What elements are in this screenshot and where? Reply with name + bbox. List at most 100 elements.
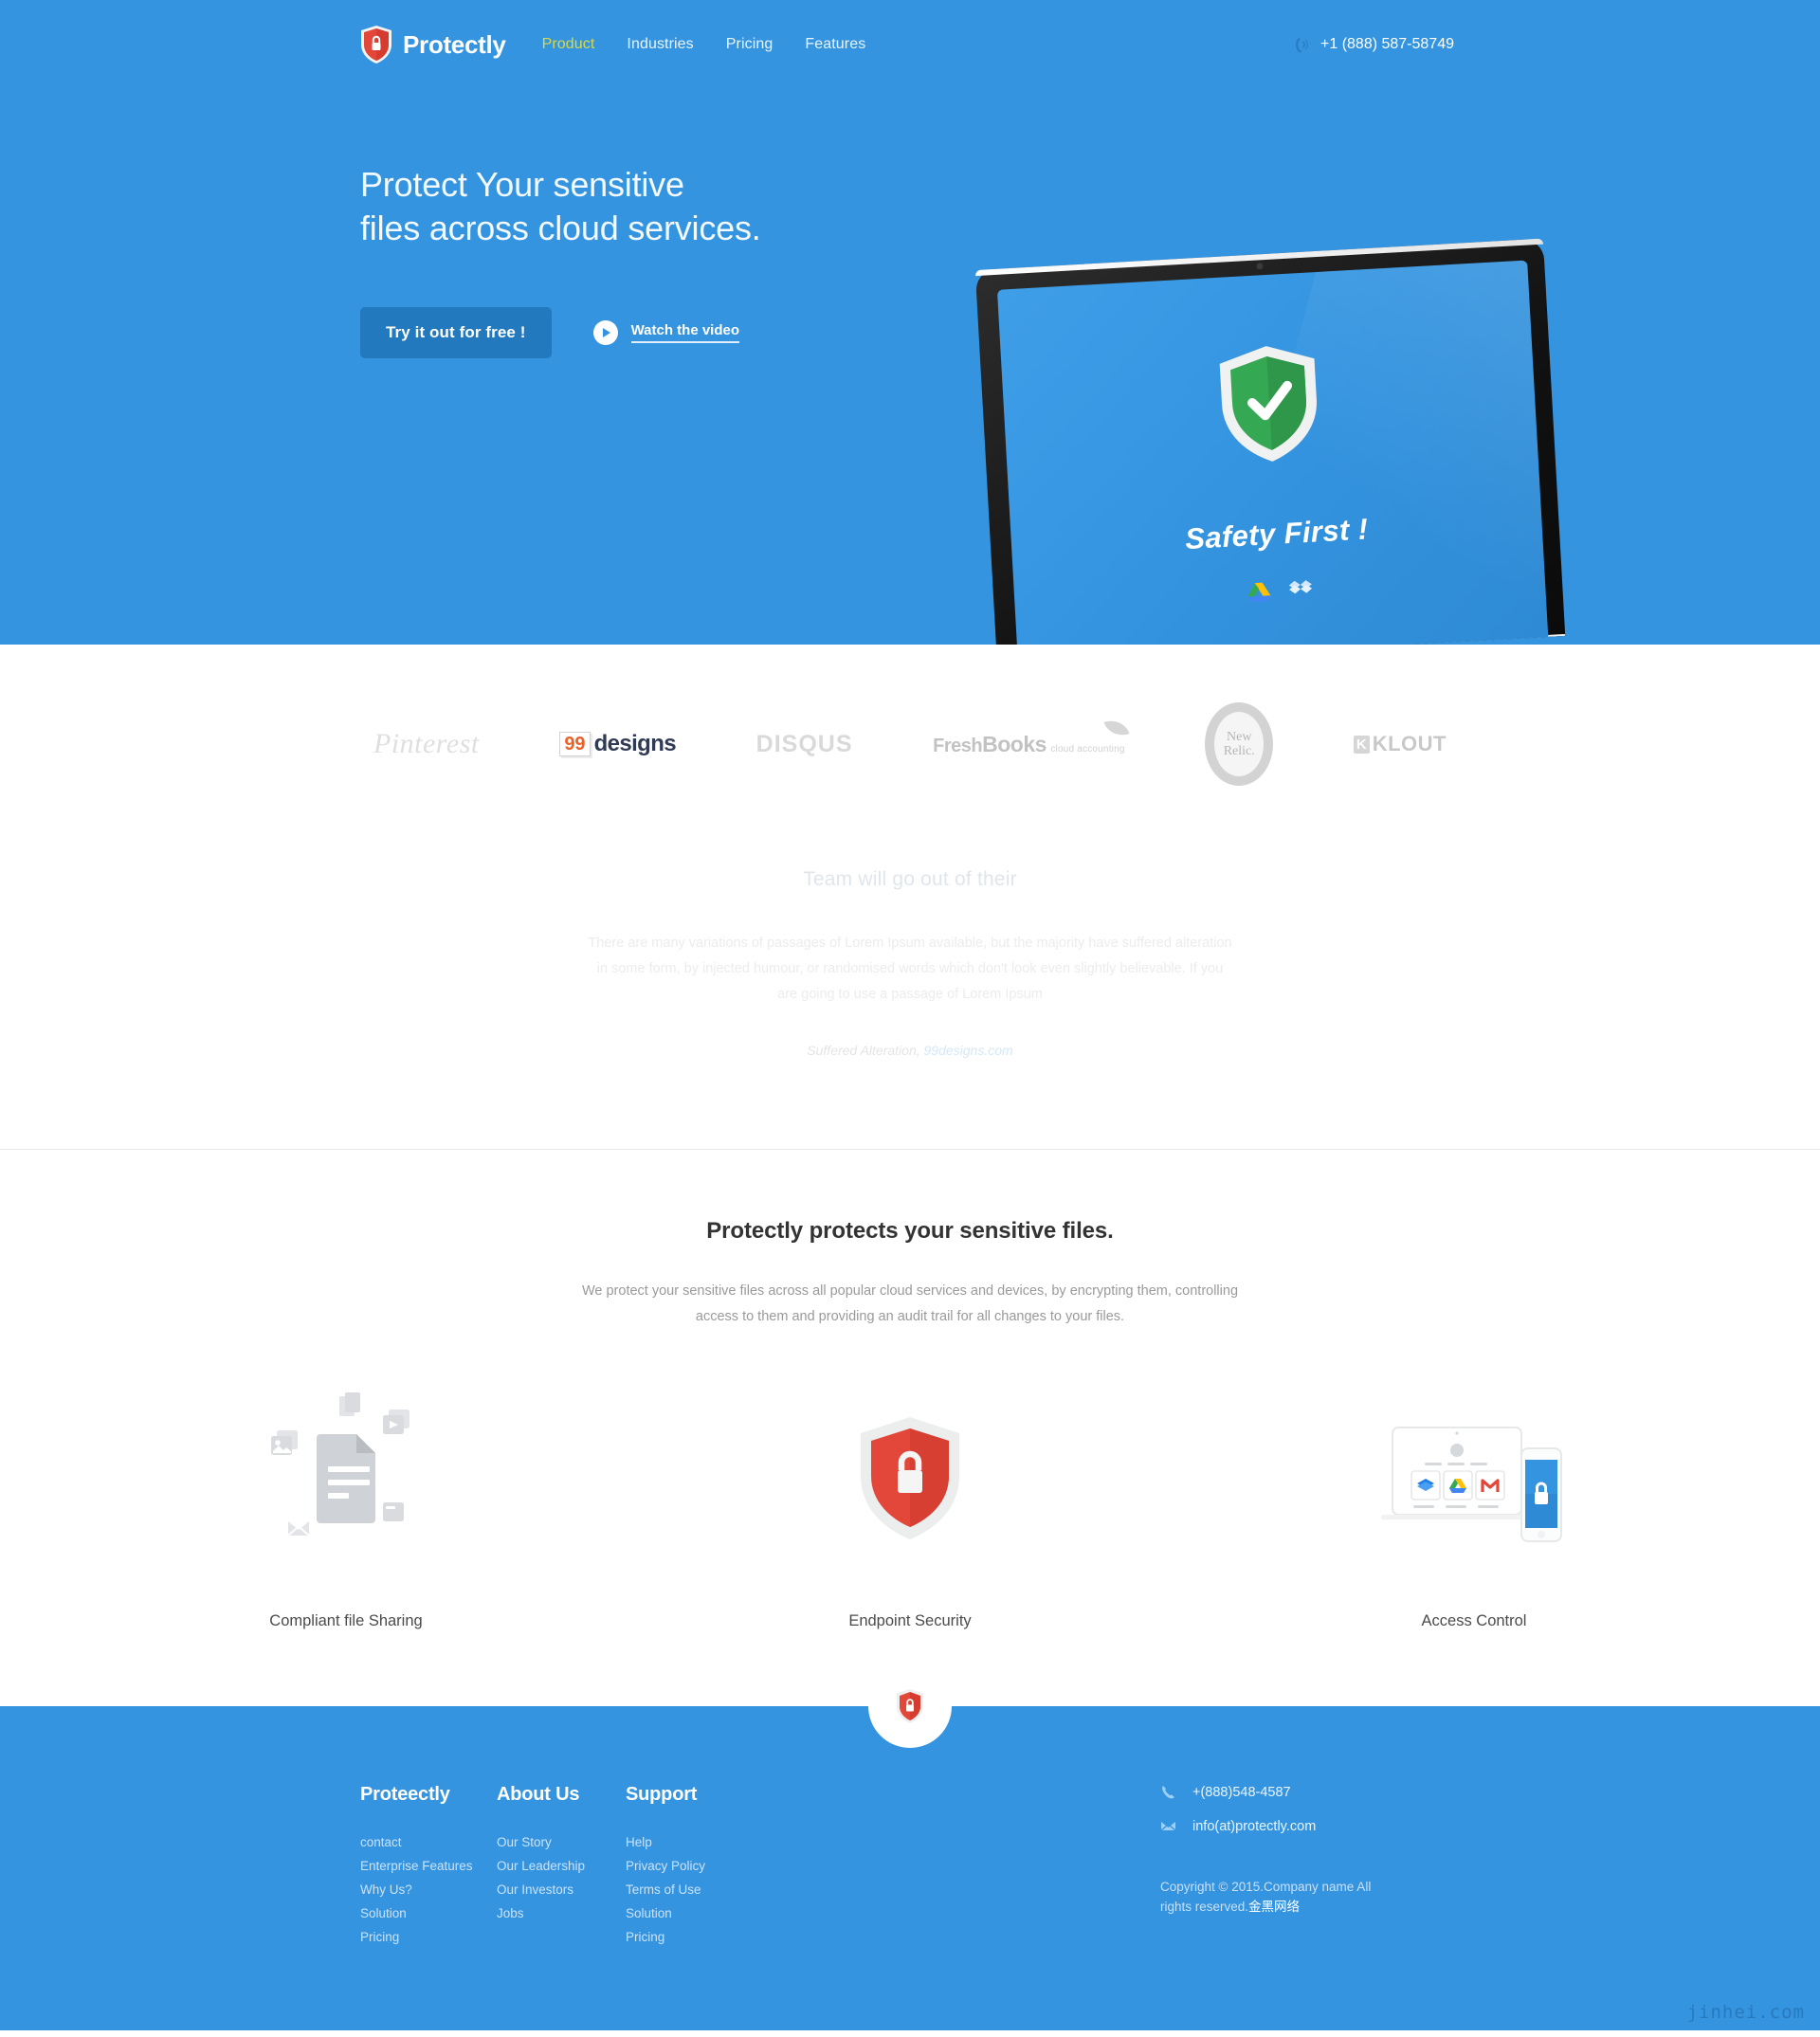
list-item: Terms of Use (626, 1882, 815, 1899)
dropbox-icon (1287, 578, 1314, 607)
nav-item-product[interactable]: Product (542, 36, 595, 53)
newrelic-logo: New Relic. (1205, 702, 1274, 786)
footer-link-why-us[interactable]: Why Us? (360, 1882, 412, 1897)
footer-link-solution[interactable]: Solution (360, 1906, 407, 1920)
klout-word: KLOUT (1372, 732, 1447, 755)
klout-logo: K KLOUT (1353, 703, 1447, 785)
footer-link-privacy-policy[interactable]: Privacy Policy (626, 1859, 705, 1873)
footer-phone-number: +(888)548-4587 (1192, 1784, 1291, 1800)
try-free-button[interactable]: Try it out for free ! (360, 307, 552, 359)
testimonial-attribution-text: Suffered Alteration, (807, 1043, 920, 1059)
nav-item-industries[interactable]: Industries (627, 36, 693, 53)
watch-video-link[interactable]: Watch the video (592, 320, 740, 346)
page-title: Protect Your sensitive files across clou… (360, 163, 891, 250)
list-item: Pricing (626, 1929, 815, 1946)
feature-label-access-control: Access Control (1421, 1612, 1527, 1630)
nav-item-features[interactable]: Features (805, 36, 865, 53)
testimonial-container: Team will go out of their There are many… (360, 868, 1460, 1058)
disqus-logo-text: DISQUS (755, 730, 853, 757)
list-item: contact (360, 1834, 497, 1851)
footer-column-title-about-us: About Us (497, 1784, 580, 1806)
footer-link-our-story[interactable]: Our Story (497, 1835, 552, 1849)
footer-contact: +(888)548-4587 info(at)protectly.com Cop… (1147, 1784, 1460, 1953)
features-section: Protectly protects your sensitive files.… (0, 1150, 1820, 1631)
list-item: Enterprise Features (360, 1858, 497, 1875)
features-subheading: We protect your sensitive files across a… (581, 1283, 1239, 1325)
list-item: Why Us? (360, 1882, 497, 1899)
hero-container: Protectly Product Industries Pricing Fea… (360, 0, 1460, 359)
footer-container: Proteectly contact Enterprise Features W… (360, 1784, 1460, 1953)
watch-video-label: Watch the video (630, 322, 740, 344)
footer-column-support: Support Help Privacy Policy Terms of Use… (626, 1784, 815, 1953)
footer-copyright-link[interactable]: 金黑网络 (1248, 1900, 1300, 1914)
pinterest-logo-text: Pinterest (373, 728, 480, 759)
hero-copy: Protect Your sensitive files across clou… (360, 163, 891, 359)
footer-email-address: info(at)protectly.com (1192, 1818, 1317, 1834)
footer-link-our-leadership[interactable]: Our Leadership (497, 1859, 585, 1873)
footer-link-our-investors[interactable]: Our Investors (497, 1882, 573, 1897)
brand-name: Protectly (403, 29, 506, 59)
shield-lock-icon (360, 25, 392, 64)
documents-sharing-icon (190, 1389, 502, 1569)
99designs-word: designs (593, 731, 677, 756)
footer-link-support-pricing[interactable]: Pricing (626, 1930, 664, 1944)
feature-card-access-control: Access Control (1318, 1389, 1630, 1630)
pinterest-logo: Pinterest (373, 703, 480, 785)
shield-lock-badge-icon (868, 1664, 952, 1749)
play-circle-icon (592, 320, 618, 346)
features-grid: Compliant file Sharing Endpoint Security (0, 1389, 1820, 1630)
footer-wrapper: Proteectly contact Enterprise Features W… (0, 1630, 1820, 2031)
device-screen: Safety First ! (996, 260, 1549, 645)
testimonial-attribution-link[interactable]: 99designs.com (924, 1043, 1013, 1058)
99designs-badge: 99 (559, 732, 591, 756)
features-heading: Protectly protects your sensitive files. (706, 1218, 1114, 1245)
freshbooks-logo: FreshBooks cloud accounting (933, 703, 1130, 785)
footer-link-enterprise-features[interactable]: Enterprise Features (360, 1859, 473, 1873)
footer-link-support-solution[interactable]: Solution (626, 1906, 672, 1920)
logos-container: Pinterest 99 designs DISQUS FreshBooks c… (360, 702, 1460, 786)
freshbooks-tagline: cloud accounting (1050, 743, 1125, 755)
footer-link-terms-of-use[interactable]: Terms of Use (626, 1882, 701, 1897)
green-shield-check-icon (1215, 340, 1324, 472)
list-item: Solution (626, 1905, 815, 1922)
hero-title-line-1: Protect Your sensitive (360, 165, 684, 204)
footer-link-contact[interactable]: contact (360, 1835, 402, 1849)
phone-handset-icon (1160, 1784, 1176, 1800)
hero-device-illustration: Safety First ! (974, 238, 1566, 645)
client-logos-section: Pinterest 99 designs DISQUS FreshBooks c… (0, 645, 1820, 811)
nav-item-pricing[interactable]: Pricing (726, 36, 774, 53)
footer-email-row[interactable]: info(at)protectly.com (1160, 1818, 1460, 1834)
list-item: Our Investors (497, 1882, 626, 1899)
envelope-icon (1160, 1818, 1176, 1834)
list-item: Jobs (497, 1905, 626, 1922)
feature-card-endpoint-security: Endpoint Security (754, 1389, 1066, 1630)
newrelic-logo-text: New Relic. (1214, 712, 1265, 776)
header-phone[interactable]: +1 (888) 587-58749 (1292, 36, 1460, 53)
header-phone-number: +1 (888) 587-58749 (1320, 36, 1454, 52)
google-drive-icon (1247, 580, 1273, 609)
site-watermark: jinhei.com (1686, 2002, 1805, 2024)
footer-column-about-us: About Us Our Story Our Leadership Our In… (497, 1784, 626, 1953)
footer-link-help[interactable]: Help (626, 1835, 652, 1849)
laptop-phone-cloud-apps-icon (1318, 1389, 1630, 1569)
device-app-icons (1247, 578, 1315, 609)
klout-mark: K (1353, 735, 1370, 754)
footer-column-title-protectly: Proteectly (360, 1784, 450, 1806)
list-item: Our Story (497, 1834, 626, 1851)
feature-card-compliant-file-sharing: Compliant file Sharing (190, 1389, 502, 1630)
list-item: Privacy Policy (626, 1858, 815, 1875)
nav-links: Product Industries Pricing Features (542, 36, 866, 53)
footer-copyright: Copyright © 2015.Company name All rights… (1160, 1878, 1397, 1918)
footer-link-jobs[interactable]: Jobs (497, 1906, 524, 1920)
footer-column-title-support: Support (626, 1784, 698, 1806)
brand-logo[interactable]: Protectly (360, 25, 506, 64)
phone-ringing-icon (1292, 36, 1309, 53)
hero-actions: Try it out for free ! Watch the video (360, 307, 891, 359)
feature-label-endpoint-security: Endpoint Security (848, 1612, 972, 1630)
red-shield-lock-icon (754, 1389, 1066, 1569)
testimonial-attribution: Suffered Alteration, 99designs.com (360, 1043, 1460, 1058)
hero-section: Protectly Product Industries Pricing Fea… (0, 0, 1820, 645)
footer-phone-row[interactable]: +(888)548-4587 (1160, 1784, 1460, 1800)
list-item: Help (626, 1834, 815, 1851)
footer-link-pricing[interactable]: Pricing (360, 1930, 399, 1944)
